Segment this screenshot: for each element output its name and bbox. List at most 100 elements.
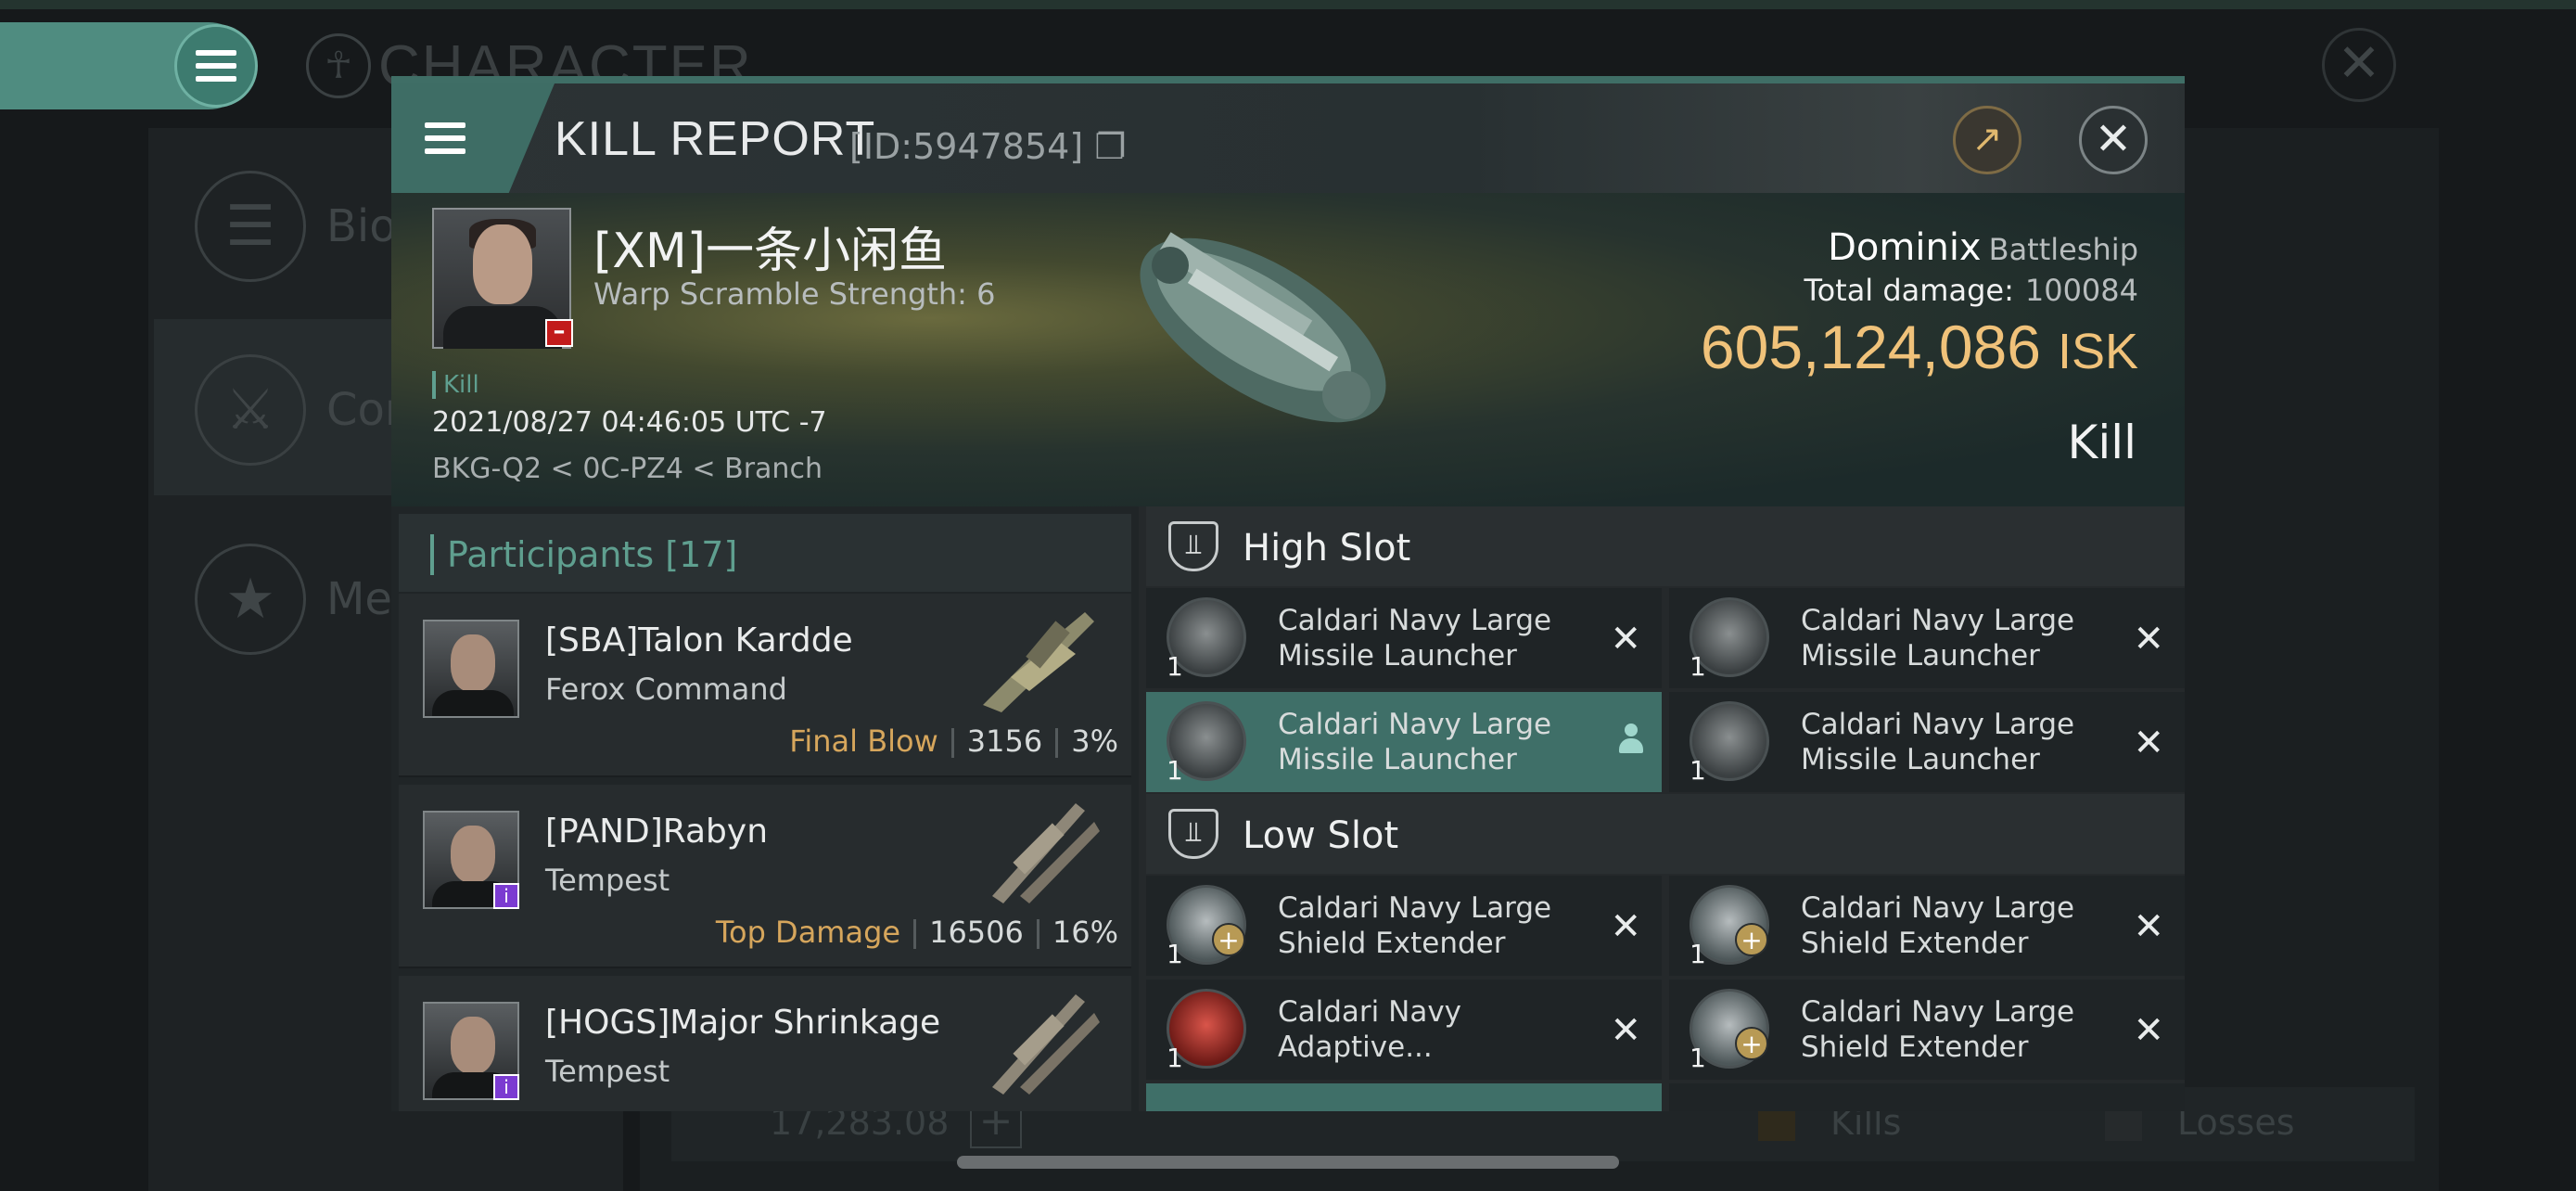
participant-ship: Tempest [545, 863, 670, 898]
module-qty: 1 [1167, 1043, 1183, 1073]
close-button[interactable]: ✕ [2079, 106, 2148, 174]
background-close-button[interactable]: ✕ [2322, 28, 2396, 102]
participant-stats: Top Damage 16506 16% [716, 915, 1118, 950]
participant-name: [SBA]Talon Kardde [545, 621, 853, 660]
participant-stats: Final Blow 3156 3% [789, 724, 1118, 759]
participant-percent: 16% [1052, 915, 1118, 950]
participants-count: Participants [17] [430, 534, 737, 575]
participants-panel: Participants [17] [SBA]Talon Kardde Fero… [391, 506, 1139, 1111]
isk-value: 605,124,086 ISK [1701, 312, 2138, 382]
destroyed-icon: ✕ [1610, 618, 1641, 660]
main-menu-button[interactable] [174, 24, 258, 108]
total-damage-label: Total damage: [1804, 273, 2014, 308]
module-item[interactable]: + 1 Caldari Navy Large Shield Extender ✕ [1669, 876, 2185, 976]
participant-percent: 3% [1071, 724, 1118, 759]
participant-ship: Tempest [545, 1054, 670, 1089]
kill-id-text: [ID:5947854] [849, 126, 1084, 167]
module-name: Caldari Navy Large Shield Extender [1801, 891, 2075, 960]
victim-banner: – [XM]一条小闲鱼 Warp Scramble Strength: 6 Ki… [391, 193, 2185, 506]
losses-label: Losses [2177, 1102, 2295, 1143]
menu-icon: ☰ [195, 171, 306, 282]
destroyed-icon: ✕ [1610, 905, 1641, 948]
participant-row[interactable]: i [HOGS]Major Shrinkage Tempest [399, 976, 1131, 1111]
dialog-menu-button[interactable] [391, 83, 555, 193]
participant-row[interactable]: i [PAND]Rabyn Tempest Top Damage 16506 16% [399, 785, 1131, 968]
module-name: Caldari Navy Adaptive... [1278, 995, 1462, 1064]
participant-damage: 3156 [966, 724, 1043, 759]
isk-amount: 605,124,086 [1700, 313, 2041, 381]
module-qty: 1 [1690, 755, 1706, 786]
low-slot-label: Low Slot [1243, 814, 1399, 857]
module-name: Caldari Navy Large Missile Launcher [1278, 604, 1552, 672]
kill-report-dialog: KILL REPORT [ID:5947854] ❐ ↗ ✕ – [XM]一条小… [391, 76, 2185, 1111]
module-qty: 1 [1167, 651, 1183, 682]
module-item[interactable]: + 1 Caldari Navy Large Shield Extender ✕ [1669, 980, 2185, 1080]
module-item[interactable]: 1 Caldari Navy Large Missile Launcher ✕ [1669, 692, 2185, 792]
character-icon: ☥ [306, 33, 371, 98]
low-slot-header: ⫫ Low Slot [1146, 794, 2185, 874]
participant-ship-image [992, 803, 1100, 903]
module-qty: 1 [1690, 1043, 1706, 1073]
module-item[interactable] [1146, 1083, 1662, 1111]
module-qty: 1 [1690, 651, 1706, 682]
total-damage-value: 100084 [2024, 273, 2138, 308]
kill-tag: Kill [432, 371, 479, 399]
ship-class: Battleship [1988, 232, 2138, 267]
participant-name: [PAND]Rabyn [545, 813, 769, 851]
dialog-title: KILL REPORT [555, 112, 876, 166]
home-indicator[interactable] [957, 1156, 1619, 1169]
module-item[interactable]: 1 Caldari Navy Large Missile Launcher ✕ [1146, 588, 1662, 688]
module-item[interactable]: 1 Caldari Navy Large Missile Launcher [1146, 692, 1662, 792]
participant-damage: 16506 [929, 915, 1024, 950]
participant-ship: Ferox Command [545, 672, 787, 707]
victim-name[interactable]: [XM]一条小闲鱼 [593, 211, 947, 281]
module-name: Caldari Navy Large Missile Launcher [1801, 708, 2075, 776]
kill-id[interactable]: [ID:5947854] ❐ [849, 126, 1126, 167]
isk-unit: ISK [2057, 324, 2138, 379]
close-icon: ✕ [2094, 113, 2133, 165]
hostile-badge-icon: – [545, 319, 573, 347]
participant-portrait [423, 620, 519, 718]
dialog-header: KILL REPORT [ID:5947854] ❐ ↗ ✕ [391, 83, 2185, 193]
kill-location[interactable]: BKG-Q2 < 0C-PZ4 < Branch [432, 453, 823, 485]
alliance-badge-icon: i [493, 1074, 519, 1100]
share-icon: ↗ [1971, 118, 2003, 160]
destroyed-icon: ✕ [2133, 618, 2164, 660]
ship-name-text: Dominix [1828, 226, 1982, 269]
module-item[interactable]: 1 Caldari Navy Large Missile Launcher ✕ [1669, 588, 2185, 688]
kill-result: Kill [2067, 416, 2136, 469]
high-slot-header: ⫫ High Slot [1146, 506, 2185, 586]
participant-ship-image [992, 994, 1100, 1095]
module-name: Caldari Navy Large Shield Extender [1278, 891, 1552, 960]
module-item[interactable] [1669, 1083, 2185, 1111]
module-qty: 1 [1690, 939, 1706, 969]
high-slot-icon: ⫫ [1168, 521, 1218, 571]
alliance-badge-icon: i [493, 883, 519, 909]
warp-scramble-strength: Warp Scramble Strength: 6 [593, 276, 996, 312]
module-name: Caldari Navy Large Missile Launcher [1801, 604, 2075, 672]
ship-image[interactable] [1115, 210, 1411, 451]
module-qty: 1 [1167, 755, 1183, 786]
share-button[interactable]: ↗ [1953, 106, 2021, 174]
ship-name[interactable]: Dominix Battleship [1828, 226, 2138, 269]
medal-icon: ★ [195, 544, 306, 655]
hamburger-icon [196, 50, 236, 82]
low-slot-icon: ⫫ [1168, 809, 1218, 859]
destroyed-icon: ✕ [2133, 905, 2164, 948]
module-name: Caldari Navy Large Missile Launcher [1278, 708, 1552, 776]
module-name: Caldari Navy Large Shield Extender [1801, 995, 2075, 1064]
participant-row[interactable]: [SBA]Talon Kardde Ferox Command Final Bl… [399, 594, 1131, 777]
status-strip [0, 0, 2576, 9]
participant-name: [HOGS]Major Shrinkage [545, 1004, 941, 1042]
module-qty: 1 [1167, 939, 1183, 969]
participant-ship-image [983, 612, 1094, 712]
participant-role: Final Blow [789, 724, 938, 759]
kill-datetime: 2021/08/27 04:46:05 UTC -7 [432, 406, 827, 439]
high-slot-label: High Slot [1243, 527, 1411, 570]
sidebar-item-label: Bio [326, 200, 397, 252]
module-item[interactable]: + 1 Caldari Navy Large Shield Extender ✕ [1146, 876, 1662, 976]
combat-icon: ⚔ [195, 354, 306, 466]
module-item[interactable]: 1 Caldari Navy Adaptive... ✕ [1146, 980, 1662, 1080]
dropped-person-icon [1617, 724, 1645, 755]
copy-icon[interactable]: ❐ [1083, 126, 1126, 167]
